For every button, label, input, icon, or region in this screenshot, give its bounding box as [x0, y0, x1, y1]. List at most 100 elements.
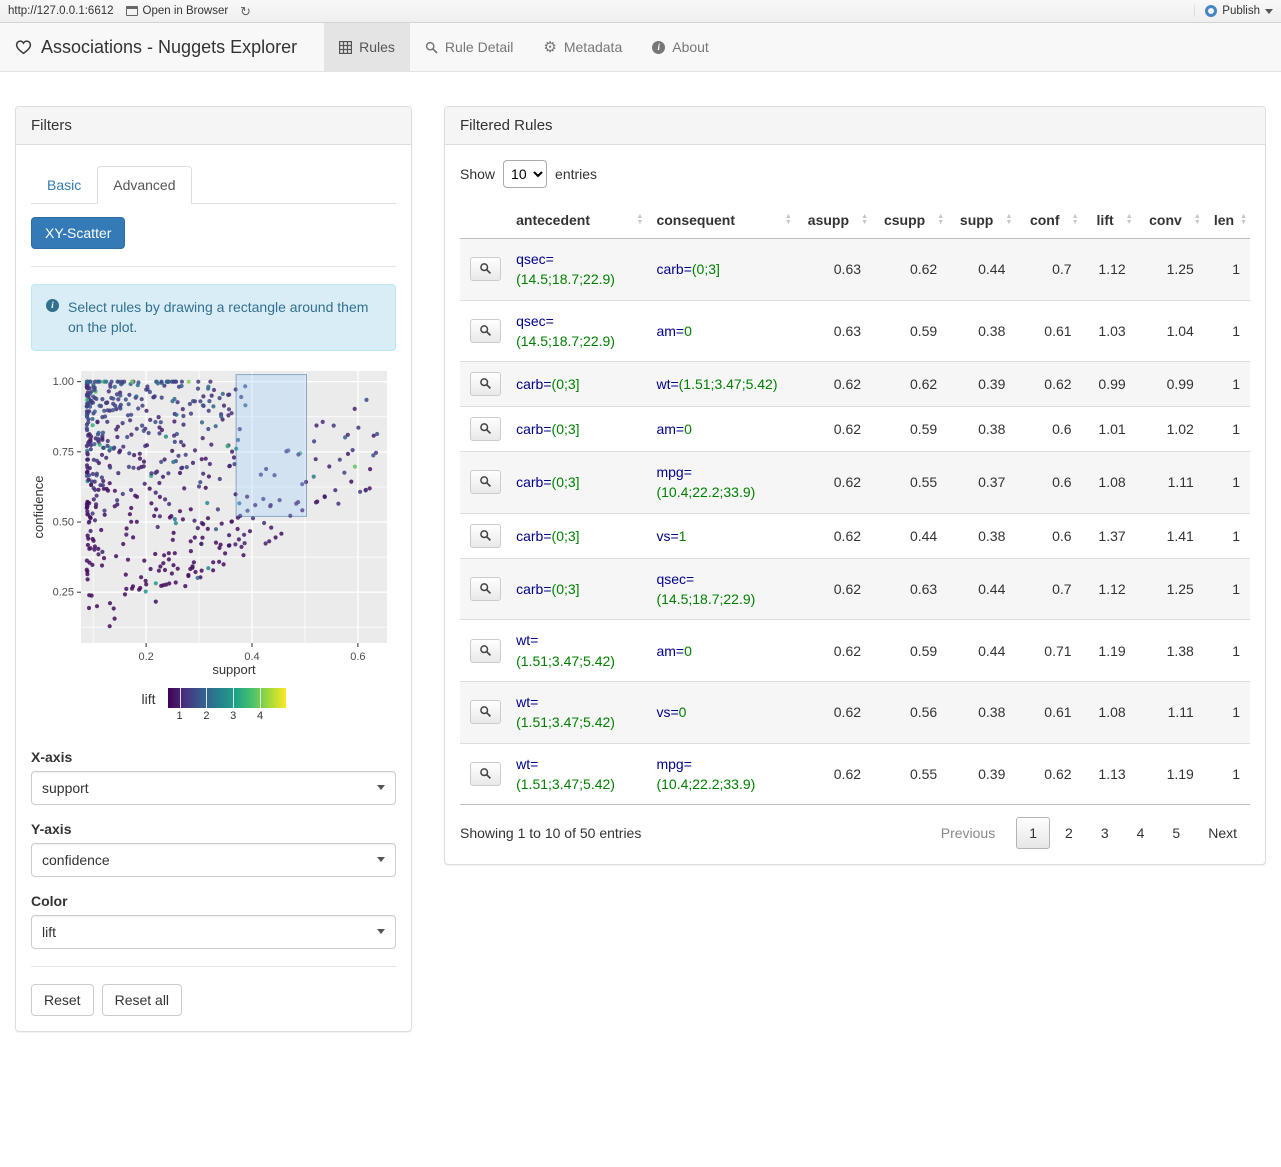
cell-conv: 1.11	[1135, 451, 1204, 514]
brush-selection[interactable]	[235, 373, 308, 517]
column-header-asupp[interactable]: asupp ▲ ▼	[794, 202, 872, 239]
x-axis-select[interactable]: support	[31, 770, 396, 805]
cell-conv: 1.41	[1135, 513, 1204, 559]
attribute-name: wt=	[516, 755, 539, 772]
cell-supp: 0.44	[947, 558, 1016, 621]
tab-rules[interactable]: Rules	[324, 23, 410, 71]
inspect-rule-button[interactable]	[470, 257, 501, 282]
scatter-plot-canvas[interactable]: 0.2 0.4 0.6 0.25 0.50 0.75 1.00 support confiden…	[31, 365, 396, 680]
filters-panel-title: Filters	[16, 107, 411, 145]
viewer-url: http://127.0.0.1:6612	[8, 5, 114, 17]
y-axis-select[interactable]: confidence	[31, 842, 396, 877]
filtered-rules-panel: Filtered Rules Show 10 entries anteceden…	[444, 106, 1266, 866]
cell-consequent: qsec= (14.5;18.7;22.9)	[646, 558, 795, 621]
pagination-page-5[interactable]: 5	[1159, 817, 1193, 849]
cell-asupp: 0.62	[794, 513, 872, 559]
column-header-consequent[interactable]: consequent ▲ ▼	[646, 202, 795, 239]
tab-about[interactable]: i About	[637, 23, 724, 71]
pagination-page-3[interactable]: 3	[1088, 817, 1122, 849]
attribute-value: (1.51;3.47;5.42)	[678, 376, 778, 393]
column-header-len[interactable]: len ▲ ▼	[1203, 202, 1250, 239]
chevron-down-icon	[377, 929, 385, 935]
pagination: Previous 1 2 3 4 5 Next	[926, 817, 1250, 850]
x-axis-field-label: X-axis	[31, 748, 73, 765]
search-icon	[480, 423, 492, 435]
tab-metadata[interactable]: ⚙ Metadata	[528, 23, 637, 71]
scatter-plot[interactable]: 0.2 0.4 0.6 0.25 0.50 0.75 1.00 support confiden…	[31, 365, 396, 723]
cell-antecedent: carb=(0;3]	[506, 558, 647, 621]
cell-asupp: 0.62	[794, 558, 872, 621]
attribute-name: mpg=	[656, 755, 692, 772]
nav-tabs: Rules Rule Detail ⚙ Metadata i About	[324, 23, 724, 71]
inspect-rule-button[interactable]	[470, 417, 501, 442]
cell-conv: 1.11	[1135, 681, 1204, 744]
publish-button[interactable]: Publish	[1194, 5, 1273, 17]
cell-conf: 0.71	[1015, 619, 1082, 682]
column-header-conf[interactable]: conf ▲ ▼	[1015, 202, 1082, 239]
column-header-supp[interactable]: supp ▲ ▼	[947, 202, 1016, 239]
inspect-rule-button[interactable]	[470, 318, 501, 343]
cell-antecedent: wt= (1.51;3.47;5.42)	[506, 619, 647, 682]
attribute-name: qsec=	[516, 251, 554, 267]
tab-advanced[interactable]: Advanced	[97, 166, 192, 204]
search-icon	[480, 768, 492, 779]
cell-consequent: mpg= (10.4;22.2;33.9)	[646, 743, 795, 806]
cell-consequent: am=0	[646, 406, 795, 453]
rules-scatter-svg[interactable]: 0.2 0.4 0.60.250.500.751.00supportconfiden…	[31, 365, 396, 677]
page-length-select[interactable]: 10	[503, 160, 548, 188]
inspect-rule-button[interactable]	[470, 638, 501, 663]
attribute-value: (10.4;22.2;33.9)	[656, 484, 756, 501]
xy-scatter-button[interactable]: XY-Scatter	[31, 217, 126, 249]
cell-lift: 1.08	[1081, 681, 1136, 744]
attribute-name: carb=	[516, 421, 552, 438]
cell-len: 1	[1203, 451, 1250, 514]
attribute-value: (0;3]	[551, 376, 580, 393]
tab-basic[interactable]: Basic	[31, 166, 97, 204]
cell-asupp: 0.63	[794, 238, 872, 301]
cell-consequent: carb=(0;3]	[646, 238, 795, 301]
rules-table: antecedent ▲ ▼ consequent ▲ ▼ asupp ▲ ▼ csupp ▲…	[460, 202, 1250, 806]
pagination-previous[interactable]: Previous	[928, 817, 1008, 849]
inspect-rule-button[interactable]	[470, 761, 501, 786]
cell-antecedent: wt= (1.51;3.47;5.42)	[506, 681, 647, 744]
cell-asupp: 0.62	[794, 681, 872, 744]
attribute-value: 1	[678, 527, 687, 544]
reset-button[interactable]: Reset	[31, 983, 94, 1016]
color-select[interactable]: lift	[31, 914, 396, 949]
attribute-name: wt=	[516, 693, 539, 710]
search-icon	[480, 583, 492, 595]
svg-text:0.2: 0.2	[138, 651, 153, 663]
open-in-browser-button[interactable]: Open in Browser	[125, 5, 229, 17]
column-header-lift[interactable]: lift ▲ ▼	[1081, 202, 1136, 239]
plot-hint-text: Select rules by drawing a rectangle arou…	[68, 299, 369, 336]
attribute-name: wt=	[656, 376, 679, 393]
inspect-rule-button[interactable]	[470, 523, 501, 548]
column-header-conv[interactable]: conv ▲ ▼	[1135, 202, 1204, 239]
cell-conf: 0.62	[1015, 743, 1082, 806]
app-title: Associations - Nuggets Explorer	[41, 36, 298, 57]
svg-text:1.00: 1.00	[53, 376, 74, 388]
pagination-page-2[interactable]: 2	[1052, 817, 1086, 849]
inspect-rule-button[interactable]	[470, 700, 501, 725]
cell-consequent: wt=(1.51;3.47;5.42)	[646, 361, 795, 408]
inspect-rule-button[interactable]	[470, 372, 501, 397]
refresh-icon[interactable]: ↻	[240, 5, 251, 18]
cell-inspect	[460, 406, 507, 453]
open-in-browser-label: Open in Browser	[142, 5, 229, 17]
inspect-rule-button[interactable]	[470, 470, 501, 495]
attribute-name: carb=	[516, 376, 552, 393]
inspect-rule-button[interactable]	[470, 577, 501, 602]
sort-icons: ▲ ▼	[636, 213, 644, 226]
pagination-page-4[interactable]: 4	[1124, 817, 1158, 849]
reset-all-button[interactable]: Reset all	[101, 983, 183, 1016]
cell-inspect	[460, 558, 507, 621]
column-header-csupp[interactable]: csupp ▲ ▼	[871, 202, 948, 239]
attribute-value: (10.4;22.2;33.9)	[656, 775, 756, 792]
pagination-next[interactable]: Next	[1195, 817, 1250, 849]
attribute-value: (14.5;18.7;22.9)	[516, 332, 615, 349]
svg-text:0.50: 0.50	[53, 516, 74, 528]
column-header-antecedent[interactable]: antecedent ▲ ▼	[506, 202, 647, 239]
pagination-page-1[interactable]: 1	[1016, 817, 1051, 850]
cell-inspect	[460, 300, 507, 363]
tab-rule-detail[interactable]: Rule Detail	[410, 23, 528, 71]
